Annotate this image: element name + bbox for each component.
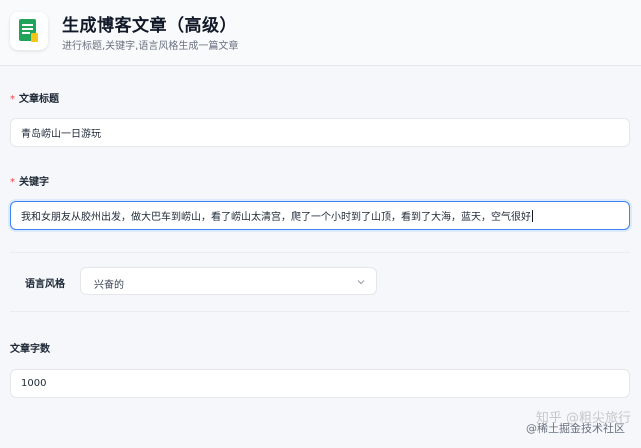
- title-input-value: 青岛崂山一日游玩: [21, 129, 101, 140]
- style-select-value: 兴奋的: [94, 280, 124, 291]
- keywords-input-value: 我和女朋友从胶州出发，做大巴车到崂山，看了崂山太清宫，爬了一个小时到了山顶，看到…: [21, 212, 531, 223]
- keywords-field-label: * 关键字: [10, 173, 49, 188]
- title-label-text: 文章标题: [19, 94, 59, 105]
- required-mark: *: [10, 94, 15, 105]
- title-input[interactable]: 青岛崂山一日游玩: [10, 118, 630, 147]
- title-field-label: * 文章标题: [10, 90, 59, 105]
- keywords-label-text: 关键字: [19, 177, 49, 188]
- word-count-input[interactable]: 1000: [10, 369, 630, 398]
- text-cursor: [532, 209, 533, 222]
- required-mark: *: [10, 177, 15, 188]
- chevron-down-icon: [357, 280, 365, 285]
- word-count-value: 1000: [21, 378, 47, 389]
- style-select[interactable]: 兴奋的: [80, 267, 377, 295]
- keywords-input[interactable]: 我和女朋友从胶州出发，做大巴车到崂山，看了崂山太清宫，爬了一个小时到了山顶，看到…: [10, 201, 630, 230]
- page-subtitle: 进行标题,关键字,语言风格生成一篇文章: [62, 41, 239, 52]
- page-title: 生成博客文章（高级）: [62, 16, 237, 36]
- juejin-watermark: @稀土掘金技术社区: [526, 422, 625, 435]
- word-count-label: 文章字数: [10, 344, 50, 355]
- app-header: 生成博客文章（高级） 进行标题,关键字,语言风格生成一篇文章: [0, 0, 641, 66]
- document-icon: [10, 12, 48, 50]
- style-field-label: 语言风格: [25, 279, 65, 290]
